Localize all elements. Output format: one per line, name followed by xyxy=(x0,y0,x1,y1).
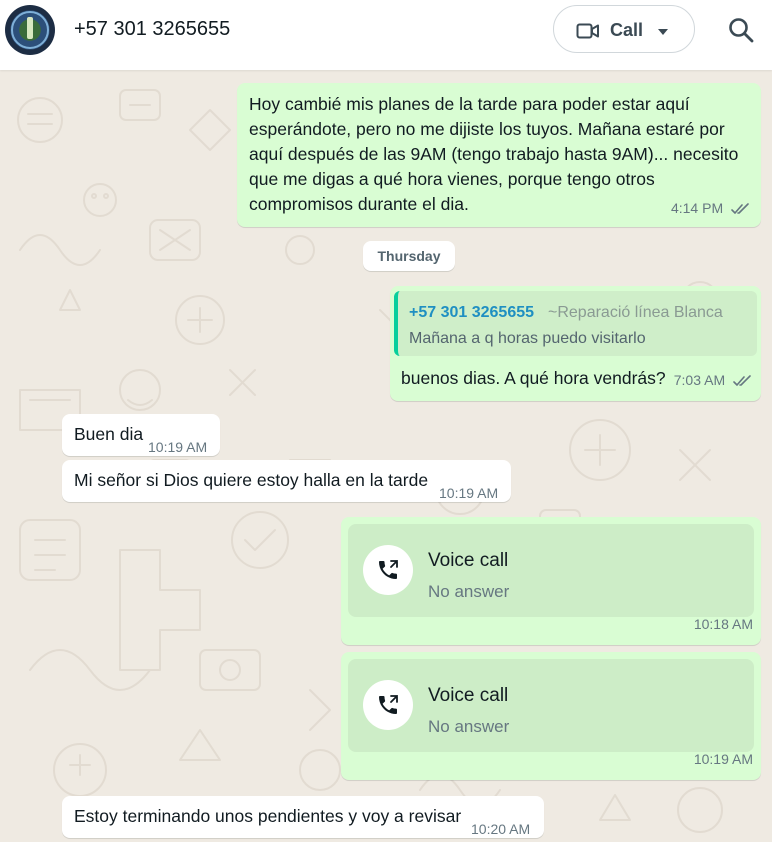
outgoing-message[interactable]: Hoy cambié mis planes de la tarde para p… xyxy=(237,83,761,227)
message-text: buenos dias. A qué hora vendrás? xyxy=(401,368,666,388)
message-list[interactable]: Hoy cambié mis planes de la tarde para p… xyxy=(0,70,772,842)
date-divider: Thursday xyxy=(363,241,455,271)
incoming-message[interactable]: Mi señor si Dios quiere estoy halla en l… xyxy=(62,460,511,502)
incoming-message[interactable]: Buen dia 10:19 AM xyxy=(62,414,220,456)
voice-call-message[interactable]: Voice call No answer 10:18 AM xyxy=(341,517,761,645)
quoted-sender-label: ~Reparació línea Blanca xyxy=(548,304,723,321)
contact-name[interactable]: +57 301 3265655 xyxy=(74,18,230,41)
message-time: 10:18 AM xyxy=(693,616,753,632)
double-check-icon xyxy=(733,375,751,387)
voice-call-title: Voice call xyxy=(428,550,509,571)
search-icon[interactable] xyxy=(728,17,754,43)
message-text: Mi señor si Dios quiere estoy halla en l… xyxy=(74,470,429,490)
call-icon-circle xyxy=(363,545,413,595)
voice-call-status: No answer xyxy=(428,717,510,736)
double-check-icon xyxy=(731,203,749,215)
quoted-message[interactable]: +57 301 3265655 ~Reparació línea Blanca … xyxy=(394,291,757,356)
contact-avatar[interactable] xyxy=(5,5,55,55)
message-time: 10:19 AM xyxy=(439,485,499,501)
voice-call-card[interactable]: Voice call No answer xyxy=(348,524,754,617)
voice-call-title: Voice call xyxy=(428,685,509,706)
message-time: 10:20 AM xyxy=(471,821,531,837)
voice-call-message[interactable]: Voice call No answer 10:19 AM xyxy=(341,652,761,780)
message-meta: 4:14 PM xyxy=(671,196,751,221)
chevron-down-icon[interactable] xyxy=(658,29,668,35)
quoted-text: Mañana a q horas puedo visitarlo xyxy=(409,330,646,347)
missed-call-phone-icon xyxy=(379,560,398,579)
call-icon-circle xyxy=(363,680,413,730)
message-time: 7:03 AM xyxy=(673,372,726,388)
outgoing-message-with-reply[interactable]: +57 301 3265655 ~Reparació línea Blanca … xyxy=(390,286,761,401)
avatar-dial xyxy=(27,17,33,39)
incoming-message[interactable]: Estoy terminando unos pendientes y voy a… xyxy=(62,796,544,838)
message-time: 4:14 PM xyxy=(670,200,724,216)
quoted-sender: +57 301 3265655 xyxy=(409,304,535,321)
message-time: 10:19 AM xyxy=(693,751,753,767)
message-text: Estoy terminando unos pendientes y voy a… xyxy=(74,806,462,826)
message-meta: 7:03 AM xyxy=(674,368,753,393)
message-text: Buen dia xyxy=(74,424,144,444)
message-time: 10:19 AM xyxy=(148,439,208,455)
voice-call-card[interactable]: Voice call No answer xyxy=(348,659,754,752)
chat-header: +57 301 3265655 Call xyxy=(0,0,772,70)
video-camera-icon xyxy=(576,23,599,39)
missed-call-phone-icon xyxy=(379,695,398,714)
call-button-label: Call xyxy=(610,20,644,40)
call-button[interactable]: Call xyxy=(553,5,695,53)
voice-call-status: No answer xyxy=(428,582,510,601)
